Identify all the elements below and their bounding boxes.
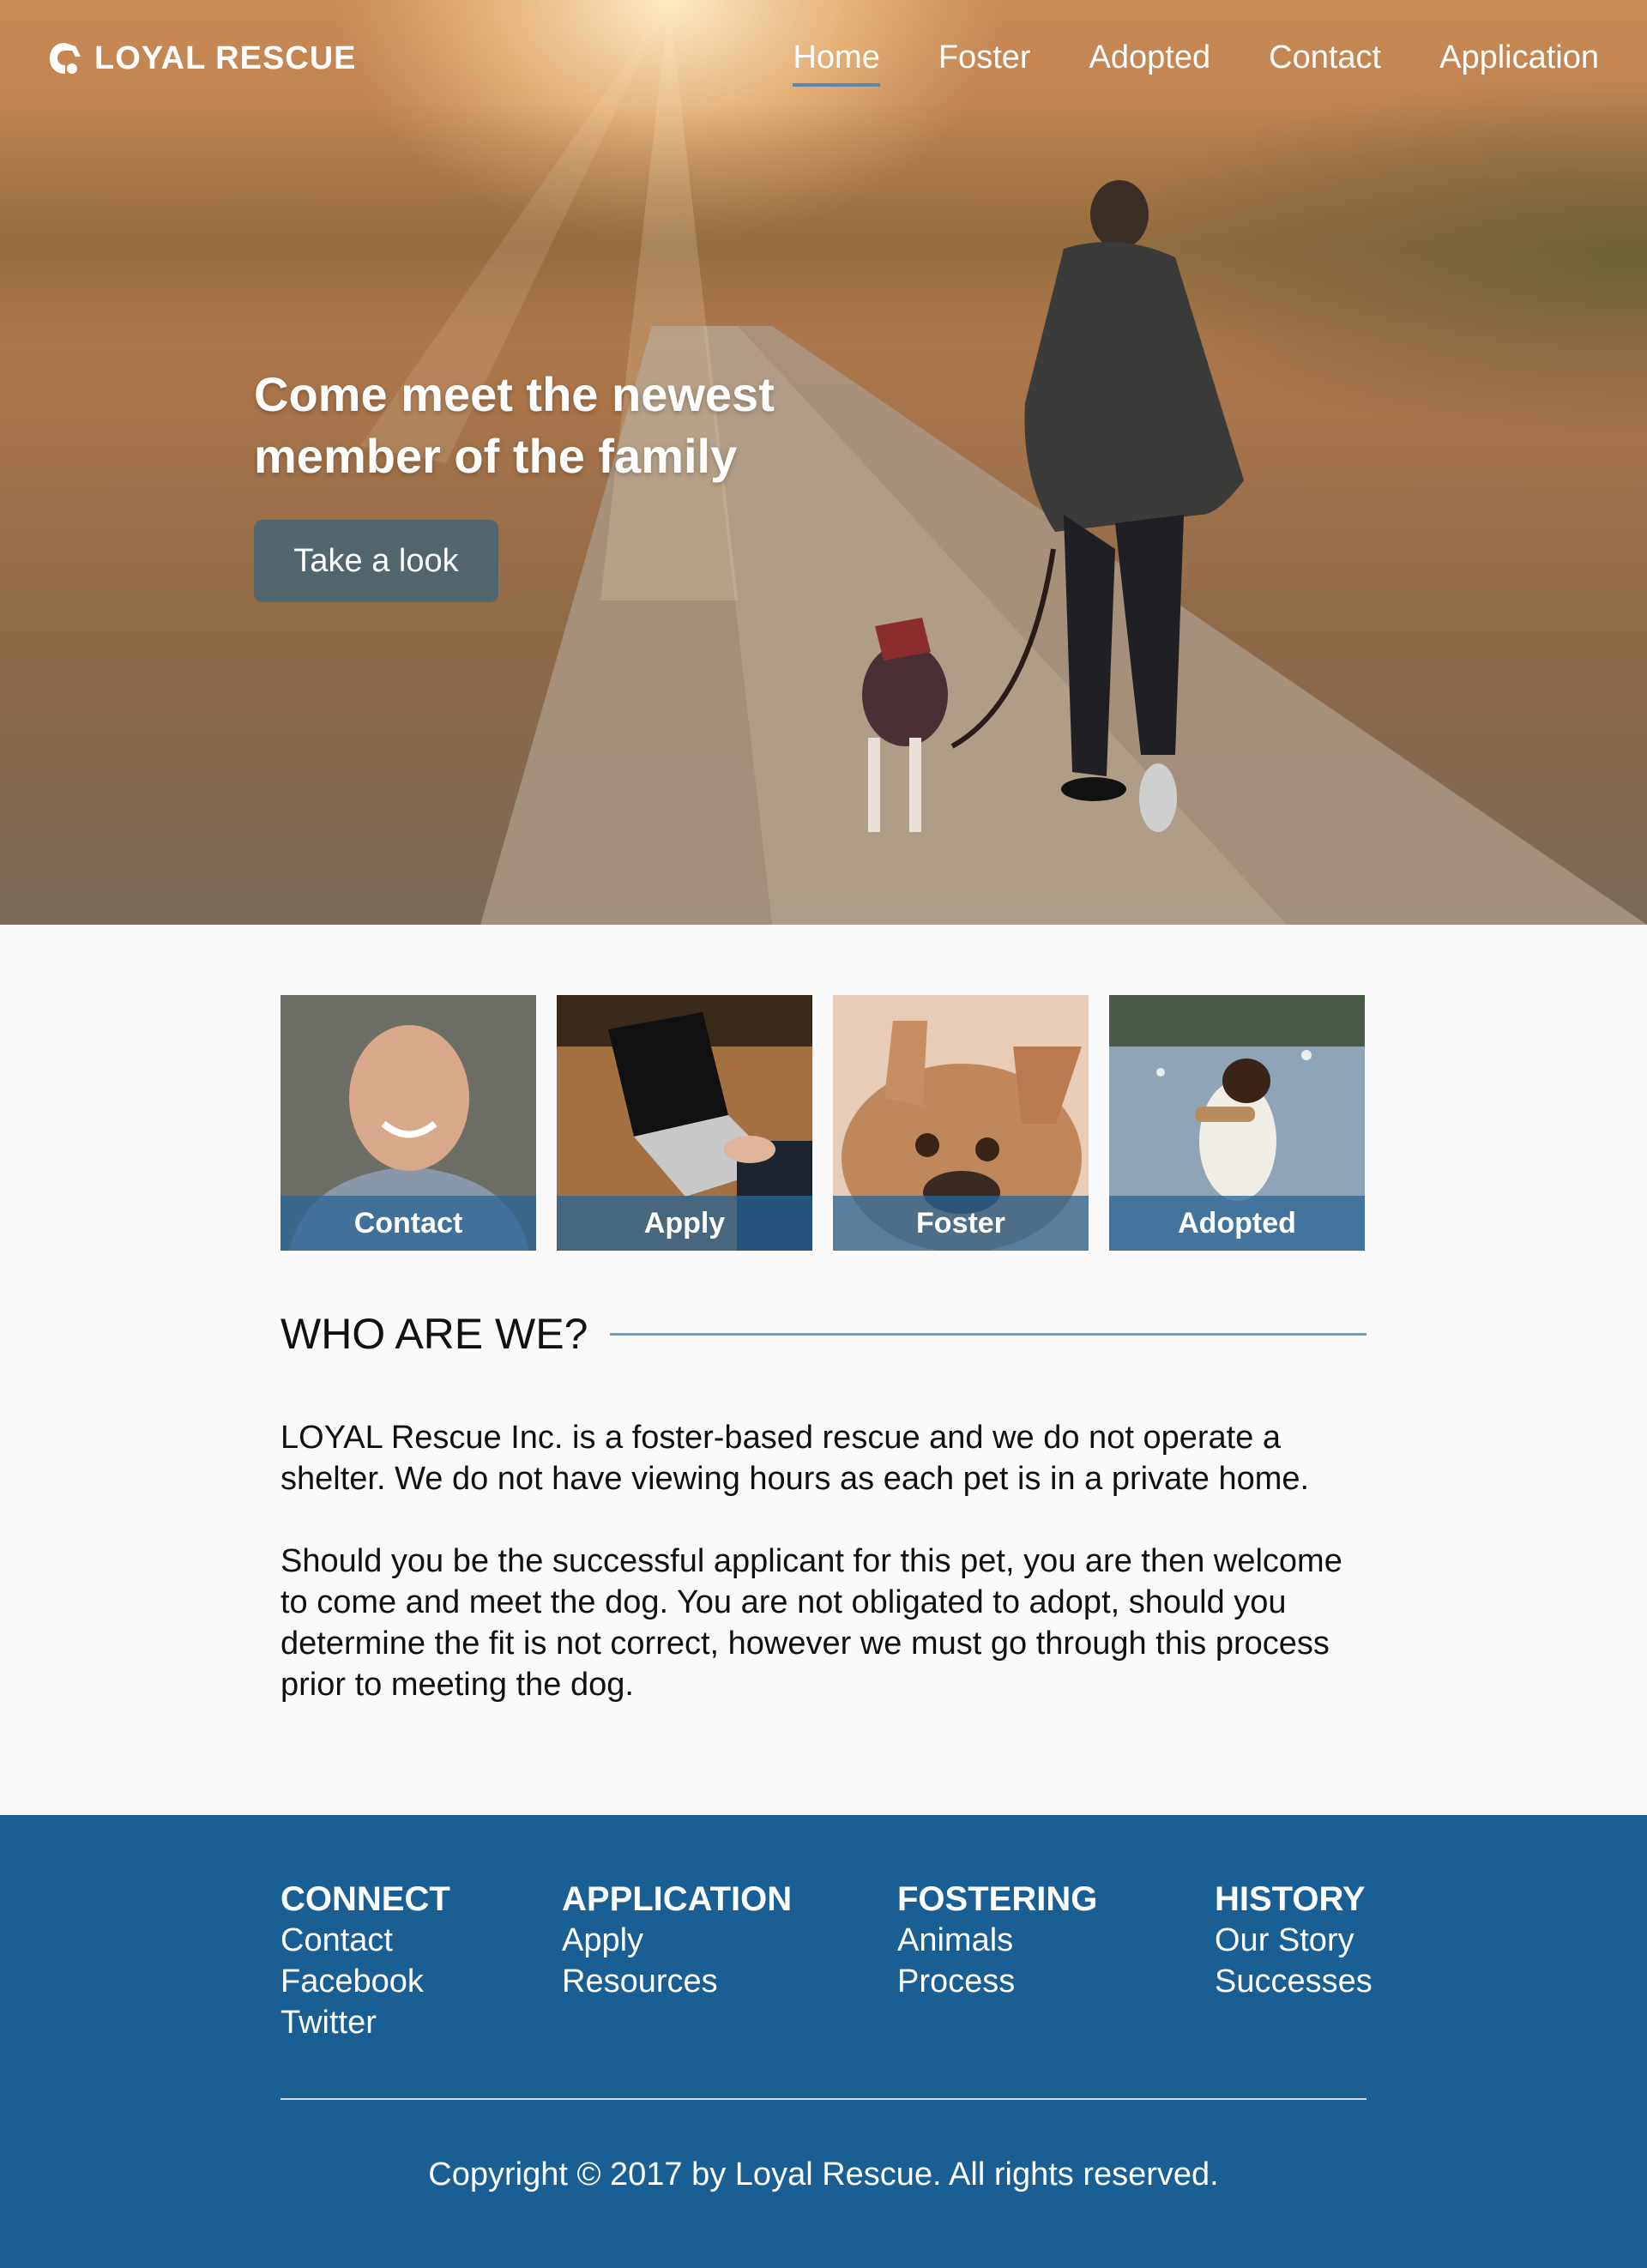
footer-heading-connect: CONNECT — [281, 1880, 450, 1918]
footer-heading-fostering: FOSTERING — [897, 1880, 1098, 1918]
quick-links-tiles: Contact Apply Foster Adopted — [281, 995, 1365, 1251]
footer-col-connect: CONNECT Contact Facebook Twitter — [281, 1879, 450, 2043]
footer-heading-application: APPLICATION — [562, 1880, 793, 1918]
brand-logo[interactable]: LOYAL RESCUE — [46, 39, 357, 77]
take-a-look-button[interactable]: Take a look — [254, 520, 498, 602]
tile-contact[interactable]: Contact — [281, 995, 536, 1251]
footer-link-apply[interactable]: Apply — [562, 1920, 792, 1961]
footer-link-twitter[interactable]: Twitter — [281, 2002, 450, 2043]
site-footer: CONNECT Contact Facebook Twitter APPLICA… — [0, 1815, 1647, 2268]
hero-banner: LOYAL RESCUE Home Foster Adopted Contact… — [0, 0, 1647, 925]
tile-foster[interactable]: Foster — [833, 995, 1089, 1251]
nav-foster[interactable]: Foster — [938, 39, 1031, 85]
hero-headline: Come meet the newest member of the famil… — [254, 367, 775, 483]
nav-home[interactable]: Home — [793, 39, 881, 87]
footer-link-resources[interactable]: Resources — [562, 1961, 792, 2002]
nav-contact[interactable]: Contact — [1269, 39, 1381, 85]
footer-link-contact[interactable]: Contact — [281, 1920, 450, 1961]
about-heading: WHO ARE WE? — [281, 1310, 588, 1358]
about-paragraph-2: Should you be the successful applicant f… — [281, 1543, 1342, 1703]
tile-caption-contact: Contact — [281, 1196, 536, 1251]
footer-link-process[interactable]: Process — [897, 1961, 1097, 2002]
tile-caption-apply: Apply — [557, 1196, 812, 1251]
about-paragraph-1: LOYAL Rescue Inc. is a foster-based resc… — [281, 1420, 1310, 1497]
nav-adopted[interactable]: Adopted — [1089, 39, 1211, 85]
footer-col-application: APPLICATION Apply Resources — [562, 1879, 792, 2002]
footer-link-animals[interactable]: Animals — [897, 1920, 1097, 1961]
dog-head-icon — [50, 43, 81, 74]
about-body: LOYAL Rescue Inc. is a foster-based resc… — [281, 1417, 1366, 1746]
nav-application[interactable]: Application — [1439, 39, 1599, 85]
footer-divider — [281, 2098, 1366, 2100]
footer-col-history: HISTORY Our Story Successes — [1215, 1879, 1372, 2002]
footer-heading-history: HISTORY — [1215, 1880, 1366, 1918]
footer-copyright: Copyright © 2017 by Loyal Rescue. All ri… — [428, 2156, 1219, 2193]
tile-apply[interactable]: Apply — [557, 995, 812, 1251]
footer-link-facebook[interactable]: Facebook — [281, 1961, 450, 2002]
footer-col-fostering: FOSTERING Animals Process — [897, 1879, 1097, 2002]
tile-caption-adopted: Adopted — [1109, 1196, 1365, 1251]
main-nav: Home Foster Adopted Contact Application — [793, 39, 1599, 87]
footer-link-our-story[interactable]: Our Story — [1215, 1920, 1372, 1961]
about-heading-row: WHO ARE WE? — [281, 1309, 1366, 1359]
footer-link-successes[interactable]: Successes — [1215, 1961, 1372, 2002]
tile-adopted[interactable]: Adopted — [1109, 995, 1365, 1251]
about-heading-rule — [610, 1332, 1366, 1336]
brand-name: LOYAL RESCUE — [94, 39, 357, 76]
tile-caption-foster: Foster — [833, 1196, 1089, 1251]
